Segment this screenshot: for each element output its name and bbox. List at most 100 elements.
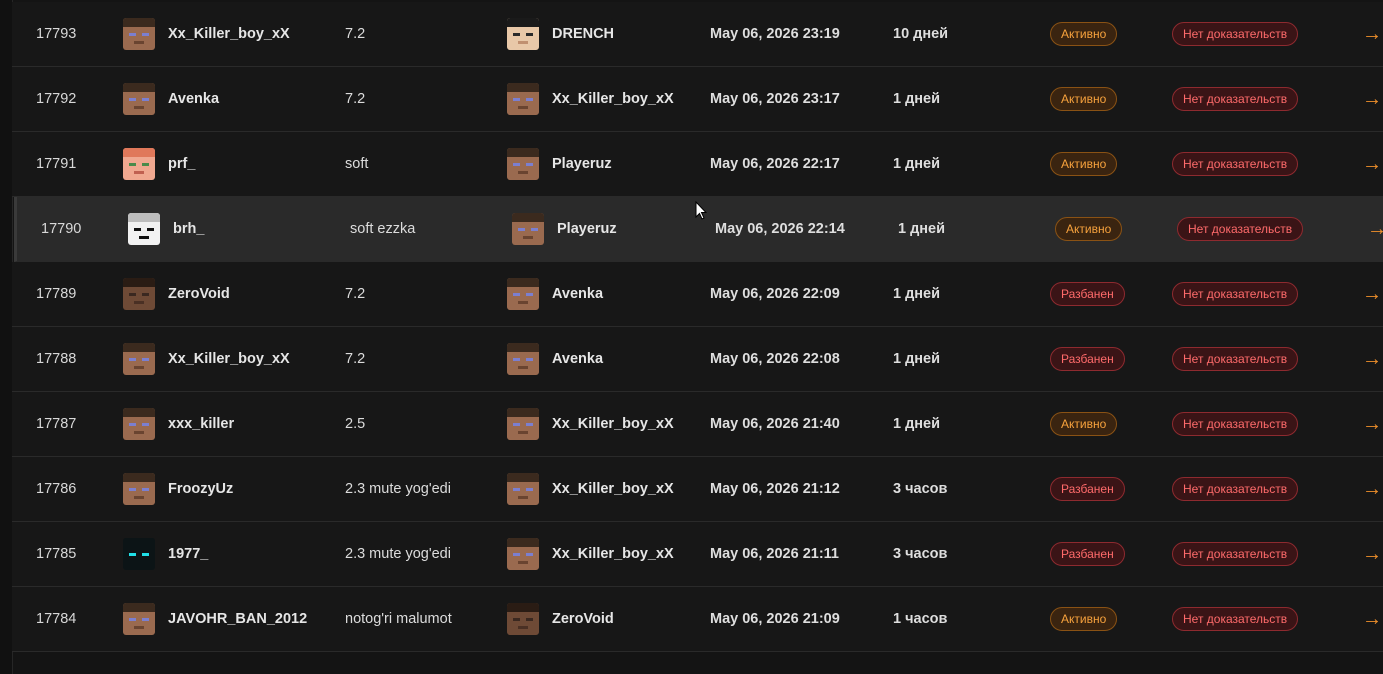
arrow-right-icon[interactable]: → <box>1362 457 1382 521</box>
admin-name: DRENCH <box>552 26 615 42</box>
arrow-right-icon[interactable]: → <box>1362 587 1382 651</box>
reason: 7.2 <box>345 286 366 302</box>
player-cell[interactable]: JAVOHR_BAN_2012 <box>123 587 307 651</box>
player-avatar <box>123 538 155 570</box>
proof-badge: Нет доказательств <box>1172 22 1299 46</box>
admin-cell[interactable]: Playeruz <box>512 197 617 261</box>
player-cell[interactable]: Xx_Killer_boy_xX <box>123 2 290 66</box>
reason: 7.2 <box>345 91 366 107</box>
date: May 06, 2026 21:09 <box>710 611 840 627</box>
player-avatar <box>123 83 155 115</box>
admin-avatar <box>507 83 539 115</box>
arrow-right-icon[interactable]: → <box>1362 392 1382 456</box>
arrow-right-icon[interactable]: → <box>1362 327 1382 391</box>
punishments-table: 17793 Xx_Killer_boy_xX 7.2 DRENCH May 06… <box>12 2 1383 652</box>
player-cell[interactable]: prf_ <box>123 132 195 196</box>
admin-avatar <box>507 343 539 375</box>
table-row[interactable]: 17784 JAVOHR_BAN_2012 notog'ri malumot Z… <box>12 587 1383 652</box>
admin-name: Xx_Killer_boy_xX <box>552 481 674 497</box>
admin-cell[interactable]: ZeroVoid <box>507 587 614 651</box>
table-row[interactable]: 17792 Avenka 7.2 Xx_Killer_boy_xX May 06… <box>12 67 1383 132</box>
duration: 10 дней <box>893 26 949 42</box>
player-name: brh_ <box>173 221 205 237</box>
player-name: Xx_Killer_boy_xX <box>168 26 290 42</box>
player-avatar <box>123 603 155 635</box>
duration: 1 дней <box>893 416 941 432</box>
reason: 7.2 <box>345 26 366 42</box>
admin-cell[interactable]: Avenka <box>507 327 603 391</box>
table-row[interactable]: 17785 1977_ 2.3 mute yog'edi Xx_Killer_b… <box>12 522 1383 587</box>
proof-badge: Нет доказательств <box>1172 412 1299 436</box>
admin-avatar <box>507 18 539 50</box>
punishment-id: 17789 <box>36 286 77 302</box>
table-row[interactable]: 17793 Xx_Killer_boy_xX 7.2 DRENCH May 06… <box>12 2 1383 67</box>
date: May 06, 2026 22:09 <box>710 286 840 302</box>
status-badge: Активно <box>1050 22 1118 46</box>
proof-badge: Нет доказательств <box>1172 477 1299 501</box>
arrow-right-icon[interactable]: → <box>1362 2 1382 66</box>
player-avatar <box>123 18 155 50</box>
reason: 2.3 mute yog'edi <box>345 481 451 497</box>
player-cell[interactable]: FroozyUz <box>123 457 233 521</box>
proof-badge: Нет доказательств <box>1172 87 1299 111</box>
player-avatar <box>128 213 160 245</box>
reason: notog'ri malumot <box>345 611 452 627</box>
status-badge: Активно <box>1050 412 1118 436</box>
duration: 1 дней <box>893 156 941 172</box>
admin-name: Xx_Killer_boy_xX <box>552 546 674 562</box>
player-cell[interactable]: Xx_Killer_boy_xX <box>123 327 290 391</box>
status-badge: Активно <box>1050 152 1118 176</box>
admin-cell[interactable]: Playeruz <box>507 132 612 196</box>
duration: 1 дней <box>893 351 941 367</box>
player-cell[interactable]: 1977_ <box>123 522 208 586</box>
duration: 3 часов <box>893 546 948 562</box>
punishment-id: 17788 <box>36 351 77 367</box>
admin-name: Avenka <box>552 351 604 367</box>
status-badge: Активно <box>1055 217 1123 241</box>
player-cell[interactable]: ZeroVoid <box>123 262 230 326</box>
arrow-right-icon[interactable]: → <box>1362 262 1382 326</box>
player-avatar <box>123 473 155 505</box>
date: May 06, 2026 21:40 <box>710 416 840 432</box>
admin-cell[interactable]: Xx_Killer_boy_xX <box>507 457 674 521</box>
duration: 3 часов <box>893 481 948 497</box>
admin-cell[interactable]: Xx_Killer_boy_xX <box>507 392 674 456</box>
player-avatar <box>123 408 155 440</box>
duration: 1 дней <box>898 221 946 237</box>
punishment-id: 17785 <box>36 546 77 562</box>
admin-name: Xx_Killer_boy_xX <box>552 416 674 432</box>
proof-badge: Нет доказательств <box>1172 542 1299 566</box>
proof-badge: Нет доказательств <box>1172 282 1299 306</box>
table-row[interactable]: 17786 FroozyUz 2.3 mute yog'edi Xx_Kille… <box>12 457 1383 522</box>
table-row[interactable]: 17791 prf_ soft Playeruz May 06, 2026 22… <box>12 132 1383 197</box>
duration: 1 дней <box>893 91 941 107</box>
date: May 06, 2026 22:14 <box>715 221 845 237</box>
arrow-right-icon[interactable]: → <box>1362 67 1382 131</box>
player-avatar <box>123 278 155 310</box>
reason: soft <box>345 156 369 172</box>
table-row[interactable]: 17787 xxx_killer 2.5 Xx_Killer_boy_xX Ma… <box>12 392 1383 457</box>
admin-avatar <box>507 473 539 505</box>
admin-cell[interactable]: Xx_Killer_boy_xX <box>507 522 674 586</box>
player-cell[interactable]: brh_ <box>128 197 204 261</box>
status-badge: Разбанен <box>1050 542 1125 566</box>
duration: 1 часов <box>893 611 948 627</box>
punishment-id: 17787 <box>36 416 77 432</box>
player-cell[interactable]: xxx_killer <box>123 392 234 456</box>
proof-badge: Нет доказательств <box>1177 217 1304 241</box>
table-row[interactable]: 17788 Xx_Killer_boy_xX 7.2 Avenka May 06… <box>12 327 1383 392</box>
date: May 06, 2026 21:11 <box>710 546 839 562</box>
proof-badge: Нет доказательств <box>1172 607 1299 631</box>
admin-avatar <box>512 213 544 245</box>
admin-cell[interactable]: Xx_Killer_boy_xX <box>507 67 674 131</box>
table-row[interactable]: 17789 ZeroVoid 7.2 Avenka May 06, 2026 2… <box>12 262 1383 327</box>
status-badge: Активно <box>1050 607 1118 631</box>
mouse-cursor-icon <box>695 201 707 220</box>
arrow-right-icon[interactable]: → <box>1367 197 1383 261</box>
admin-cell[interactable]: Avenka <box>507 262 603 326</box>
admin-cell[interactable]: DRENCH <box>507 2 614 66</box>
player-cell[interactable]: Avenka <box>123 67 219 131</box>
arrow-right-icon[interactable]: → <box>1362 132 1382 196</box>
arrow-right-icon[interactable]: → <box>1362 522 1382 586</box>
admin-avatar <box>507 538 539 570</box>
